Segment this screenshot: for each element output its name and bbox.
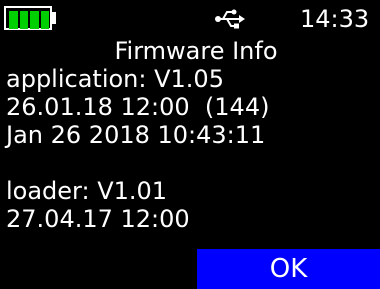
- firmware-info-screen: 14:33 Firmware Info application: V1.05 2…: [0, 0, 380, 289]
- battery-body: [4, 6, 52, 30]
- battery-full-icon: [4, 6, 57, 30]
- ok-button[interactable]: OK: [197, 249, 380, 289]
- battery-cell: [9, 11, 18, 29]
- loader-date: 27.04.17 12:00: [6, 205, 190, 233]
- battery-cell: [40, 11, 49, 29]
- application-version: application: V1.05: [6, 65, 224, 93]
- application-build-timestamp: Jan 26 2018 10:43:11: [6, 121, 266, 149]
- loader-version: loader: V1.01: [6, 177, 168, 205]
- battery-cell: [30, 11, 39, 29]
- usb-icon: [215, 9, 245, 29]
- battery-level: [9, 11, 49, 29]
- application-date: 26.01.18 12:00 (144): [6, 93, 270, 121]
- battery-tip: [52, 12, 56, 24]
- battery-cell: [19, 11, 28, 29]
- page-title: Firmware Info: [114, 37, 278, 65]
- status-time: 14:33: [300, 5, 370, 33]
